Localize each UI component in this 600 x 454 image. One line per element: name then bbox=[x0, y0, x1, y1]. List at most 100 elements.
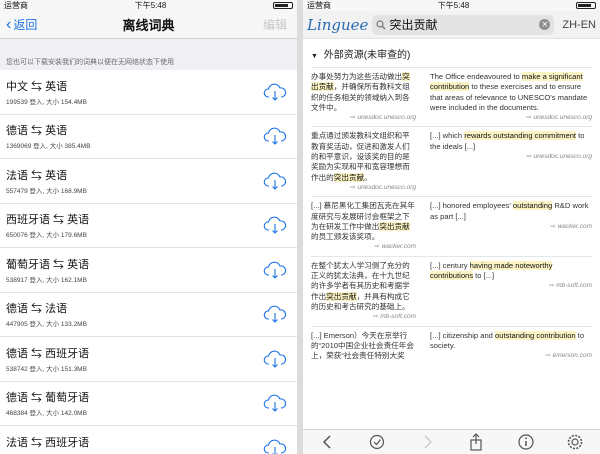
search-results-screen: 运营商 下午5:48 Linguee ✕ ZH-EN ▼ 外部资源(未审查的) … bbox=[303, 0, 600, 454]
chinese-snippet: 办事处努力为这些活动做出突出贡献，并确保所有教科文组织的任务相关的领域纳入到各文… bbox=[311, 72, 424, 123]
source-domain: unesdoc.unesco.org bbox=[533, 153, 592, 161]
search-bar: Linguee ✕ ZH-EN bbox=[303, 11, 600, 39]
snippet-text: [...] Emerson）今天在京举行的“2010中国企业社会责任年会上，荣获… bbox=[311, 331, 416, 362]
dictionary-row[interactable]: 法语 ⇆ 西班牙语391913 登入, 大小 134.8MB bbox=[0, 426, 297, 454]
snippet-segment: to [...] bbox=[473, 271, 495, 281]
dictionary-name: 葡萄牙语 ⇆ 英语 bbox=[6, 258, 90, 271]
dictionary-row[interactable]: 德语 ⇆ 英语 1369069 登入, 大小 385.4MB bbox=[0, 115, 297, 159]
english-snippet: The Office endeavoured to make a signifi… bbox=[424, 72, 592, 123]
cloud-download-icon[interactable] bbox=[263, 394, 287, 413]
dictionary-name: 中文 ⇆ 英语 bbox=[6, 80, 68, 93]
snippet-text: [...] which rewards outstanding commitme… bbox=[430, 131, 592, 152]
source-domain: unesdoc.unesco.org bbox=[533, 114, 592, 122]
dictionary-row[interactable]: 西班牙语 ⇆ 英语 650076 登入, 大小 179.6MB bbox=[0, 204, 297, 248]
source-link[interactable]: ⇨ mb-soft.com bbox=[430, 281, 592, 291]
cloud-download-icon[interactable] bbox=[263, 172, 287, 190]
dictionary-row[interactable]: 德语 ⇆ 葡萄牙语 468384 登入, 大小 142.0MB bbox=[0, 382, 297, 426]
cloud-download-icon[interactable] bbox=[263, 305, 287, 324]
cloud-download-icon[interactable] bbox=[263, 350, 287, 368]
dictionary-meta: 199539 登入, 大小 154.4MB bbox=[6, 98, 87, 106]
search-box[interactable]: ✕ bbox=[372, 14, 555, 35]
snippet-text: 在整个犹太人学习侧了充分的正义的犹太法典，在十九世纪的许多学者有其历史和考据学作… bbox=[311, 261, 416, 312]
source-link[interactable]: ⇨ mb-soft.com bbox=[311, 312, 416, 322]
history-icon[interactable] bbox=[368, 433, 386, 451]
cloud-download-icon[interactable] bbox=[263, 216, 287, 235]
source-link[interactable]: ⇨ wacker.com bbox=[311, 242, 416, 252]
dictionary-meta: 468384 登入, 大小 142.0MB bbox=[6, 410, 87, 418]
search-input[interactable] bbox=[389, 17, 540, 32]
nav-bar: ‹ 返回 离线词典 编辑 bbox=[0, 11, 297, 39]
language-pair-toggle[interactable]: ZH-EN bbox=[562, 19, 596, 31]
cloud-download-icon[interactable] bbox=[263, 439, 287, 454]
highlighted-term: outstanding bbox=[512, 201, 553, 211]
snippet-text: [...] century having made noteworthy con… bbox=[430, 260, 592, 282]
dictionary-name: 德语 ⇆ 西班牙语 bbox=[6, 347, 90, 360]
section-header[interactable]: ▼ 外部资源(未审查的) bbox=[303, 39, 600, 67]
battery-icon bbox=[576, 2, 596, 9]
settings-icon[interactable] bbox=[566, 433, 584, 451]
english-snippet: [...] which rewards outstanding commitme… bbox=[424, 131, 592, 193]
back-button[interactable]: ‹ 返回 bbox=[0, 16, 37, 33]
english-snippet: [...] century having made noteworthy con… bbox=[424, 260, 592, 323]
snippet-text: [...] citizenship and outstanding contri… bbox=[430, 330, 592, 352]
source-domain: emerson.com bbox=[552, 352, 592, 360]
dictionary-name: 德语 ⇆ 英语 bbox=[6, 125, 68, 138]
clock: 下午5:48 bbox=[437, 1, 470, 10]
cloud-download-icon[interactable] bbox=[263, 127, 287, 146]
info-icon[interactable] bbox=[517, 433, 535, 451]
page-title: 离线词典 bbox=[122, 18, 175, 33]
dictionary-text: 德语 ⇆ 英语 1369069 登入, 大小 385.4MB bbox=[6, 122, 263, 150]
snippet-text: [...] 慕尼黑化工集团瓦克在其年度研究与发展研讨会框架之下为在研发工作中做出… bbox=[311, 201, 416, 242]
result-row[interactable]: 在整个犹太人学习侧了充分的正义的犹太法典，在十九世纪的许多学者有其历史和考据学作… bbox=[311, 255, 592, 326]
dictionary-row[interactable]: 中文 ⇆ 英语 199539 登入, 大小 154.4MB bbox=[0, 70, 297, 115]
source-link[interactable]: ⇨ unesdoc.unesco.org bbox=[430, 113, 592, 123]
highlighted-term: rewards outstanding commitment bbox=[464, 131, 577, 141]
source-link[interactable]: ⇨ unesdoc.unesco.org bbox=[311, 183, 416, 193]
source-link[interactable]: ⇨ unesdoc.unesco.org bbox=[311, 113, 416, 123]
result-row[interactable]: 重点通过颁发教科文组织和平教育奖活动，促进和激发人们的和平意识，设该奖的目的是奖… bbox=[311, 126, 592, 196]
source-domain: mb-soft.com bbox=[380, 313, 416, 321]
clock: 下午5:48 bbox=[134, 1, 167, 10]
source-domain: wacker.com bbox=[381, 243, 416, 251]
result-row[interactable]: [...] 慕尼黑化工集团瓦克在其年度研究与发展研讨会框架之下为在研发工作中做出… bbox=[311, 196, 592, 255]
dictionary-meta: 447905 登入, 大小 133.2MB bbox=[6, 321, 87, 329]
source-domain: mb-soft.com bbox=[556, 282, 592, 290]
dictionary-name: 法语 ⇆ 西班牙语 bbox=[6, 436, 90, 449]
chinese-snippet: 在整个犹太人学习侧了充分的正义的犹太法典，在十九世纪的许多学者有其历史和考据学作… bbox=[311, 261, 424, 323]
dictionary-row[interactable]: 葡萄牙语 ⇆ 英语 538917 登入, 大小 162.1MB bbox=[0, 248, 297, 293]
status-bar: 运营商 下午5:48 bbox=[303, 0, 600, 11]
dictionary-name: 德语 ⇆ 葡萄牙语 bbox=[6, 392, 90, 405]
dictionary-meta: 1369069 登入, 大小 385.4MB bbox=[6, 143, 91, 151]
result-row[interactable]: 办事处努力为这些活动做出突出贡献，并确保所有教科文组织的任务相关的领域纳入到各文… bbox=[311, 67, 592, 126]
cloud-download-icon[interactable] bbox=[263, 261, 287, 279]
dictionary-row[interactable]: 法语 ⇆ 英语 557479 登入, 大小 168.9MB bbox=[0, 159, 297, 204]
source-link[interactable]: ⇨ unesdoc.unesco.org bbox=[430, 152, 592, 162]
source-link[interactable]: ⇨ wacker.com bbox=[430, 222, 592, 232]
dictionary-row[interactable]: 德语 ⇆ 西班牙语 538742 登入, 大小 151.3MB bbox=[0, 337, 297, 382]
dictionary-row[interactable]: 德语 ⇆ 法语 447905 登入, 大小 133.2MB bbox=[0, 293, 297, 337]
edit-button[interactable]: 编辑 bbox=[263, 16, 297, 33]
snippet-segment: [...] citizenship and bbox=[430, 330, 496, 340]
english-snippet: [...] citizenship and outstanding contri… bbox=[424, 330, 592, 362]
snippet-text: The Office endeavoured to make a signifi… bbox=[430, 72, 592, 113]
cloud-download-icon[interactable] bbox=[263, 83, 287, 101]
snippet-segment: [...] century bbox=[430, 260, 470, 270]
source-link[interactable]: ⇨ emerson.com bbox=[430, 351, 592, 361]
snippet-segment: [...] honored employees' bbox=[430, 201, 513, 211]
highlighted-term: outstanding contribution bbox=[495, 330, 576, 340]
back-icon[interactable] bbox=[319, 433, 337, 451]
result-row[interactable]: [...] Emerson）今天在京举行的“2010中国企业社会责任年会上，荣获… bbox=[311, 325, 592, 365]
dictionary-meta: 538917 登入, 大小 162.1MB bbox=[6, 276, 87, 284]
dictionary-text: 西班牙语 ⇆ 英语 650076 登入, 大小 179.6MB bbox=[6, 211, 263, 239]
external-link-icon: ⇨ bbox=[550, 222, 558, 230]
snippet-segment: 的员工颁发该奖项。 bbox=[311, 232, 380, 242]
offline-dictionaries-screen: 运营商 下午5:48 ‹ 返回 离线词典 编辑 您也可以下载安装我们的词典以便在… bbox=[0, 0, 297, 454]
share-icon[interactable] bbox=[467, 433, 485, 451]
dictionary-name: 西班牙语 ⇆ 英语 bbox=[6, 214, 90, 227]
snippet-text: [...] honored employees' outstanding R&D… bbox=[430, 201, 592, 222]
chinese-snippet: [...] 慕尼黑化工集团瓦克在其年度研究与发展研讨会框架之下为在研发工作中做出… bbox=[311, 201, 424, 252]
dictionary-list: 中文 ⇆ 英语 199539 登入, 大小 154.4MB 德语 ⇆ 英语 13690… bbox=[0, 70, 297, 454]
dictionary-text: 德语 ⇆ 法语 447905 登入, 大小 133.2MB bbox=[6, 300, 263, 328]
clear-search-icon[interactable]: ✕ bbox=[539, 19, 551, 30]
forward-icon[interactable] bbox=[418, 433, 436, 451]
